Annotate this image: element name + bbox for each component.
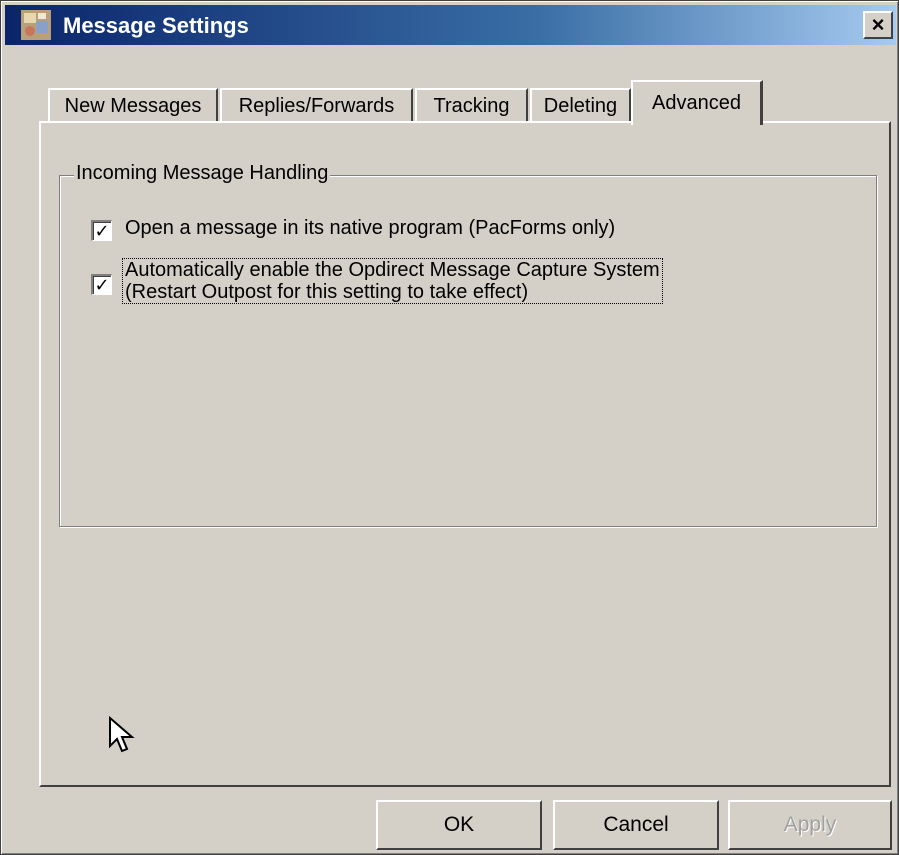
tab-label: Deleting [543,94,618,117]
tab-advanced[interactable]: Advanced [631,80,763,125]
enable-opdirect-label-line2: (Restart Outpost for this setting to tak… [125,281,529,303]
close-button[interactable]: × [863,11,893,39]
enable-opdirect-label[interactable]: Automatically enable the Opdirect Messag… [122,258,663,304]
checkmark-icon: ✓ [94,221,110,241]
enable-opdirect-label-line1: Automatically enable the Opdirect Messag… [125,259,660,281]
tab-new-messages[interactable]: New Messages [48,88,218,122]
enable-opdirect-checkbox[interactable]: ✓ [91,274,112,295]
group-legend: Incoming Message Handling [74,162,331,185]
cancel-button[interactable]: Cancel [553,800,719,850]
ok-button[interactable]: OK [376,800,542,850]
tab-tracking[interactable]: Tracking [415,88,528,122]
incoming-message-handling-group: Incoming Message Handling ✓ Open a messa… [59,162,877,527]
tab-replies-forwards[interactable]: Replies/Forwards [220,88,413,122]
window-title: Message Settings [63,13,249,38]
tab-label: New Messages [64,94,202,117]
open-native-program-checkbox[interactable]: ✓ [91,220,112,241]
mouse-pointer-icon [109,716,135,753]
checkmark-icon: ✓ [94,275,110,295]
tab-label: Replies/Forwards [238,94,395,117]
close-icon: × [871,12,885,37]
cancel-button-label: Cancel [603,813,669,836]
app-icon [21,10,51,40]
advanced-tab-panel: Incoming Message Handling ✓ Open a messa… [39,121,891,787]
ok-button-label: OK [443,813,475,836]
apply-button[interactable]: Apply [728,800,892,850]
message-settings-window: Message Settings × New Messages Replies/… [0,0,899,855]
title-bar[interactable]: Message Settings × [5,5,896,45]
tab-deleting[interactable]: Deleting [530,88,631,122]
tab-label: Advanced [652,92,741,114]
tab-label: Tracking [433,94,510,117]
open-native-program-label[interactable]: Open a message in its native program (Pa… [125,217,615,240]
apply-button-label: Apply [783,813,837,836]
